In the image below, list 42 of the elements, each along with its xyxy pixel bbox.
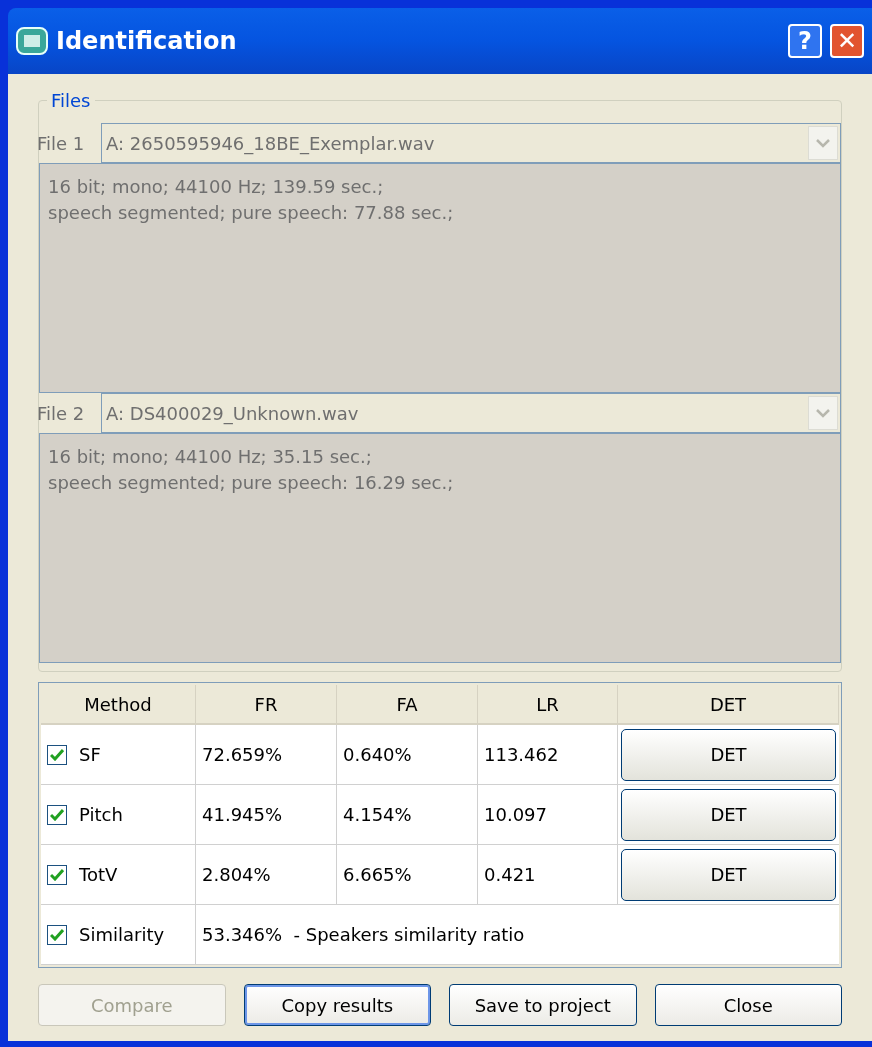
similarity-text: 53.346% - Speakers similarity ratio bbox=[201, 923, 526, 947]
checkbox[interactable] bbox=[47, 924, 67, 945]
checkbox[interactable] bbox=[47, 804, 67, 825]
checkbox[interactable] bbox=[47, 864, 67, 885]
checkmark-icon bbox=[50, 808, 64, 821]
file-info-text: 16 bit; mono; 44100 Hz; 139.59 sec.; bbox=[48, 175, 385, 199]
file-label: File 1 bbox=[37, 131, 86, 156]
table-cell: 6.665% bbox=[337, 845, 478, 904]
file-info-text: speech segmented; pure speech: 16.29 sec.; bbox=[48, 471, 455, 495]
file-label: File 2 bbox=[37, 401, 86, 426]
method-name: TotV bbox=[79, 863, 118, 887]
det-button[interactable]: DET bbox=[621, 848, 836, 901]
checkbox[interactable] bbox=[47, 744, 67, 765]
method-name: SF bbox=[79, 743, 101, 767]
dialog-button[interactable]: Close bbox=[654, 984, 842, 1026]
dialog-button[interactable]: Copy results bbox=[243, 984, 431, 1026]
app-icon bbox=[16, 27, 48, 55]
method-name: Pitch bbox=[79, 803, 123, 827]
dropdown-value: A: DS400029_Unknown.wav bbox=[106, 401, 360, 427]
det-button[interactable]: DET bbox=[621, 788, 836, 841]
chevron-down-icon bbox=[808, 126, 838, 160]
table-cell: 2.804% bbox=[196, 845, 337, 904]
det-button[interactable]: DET bbox=[621, 728, 836, 781]
table-cell: 0.421 bbox=[478, 845, 618, 904]
close-button[interactable]: ✕ bbox=[830, 24, 864, 58]
checkmark-icon bbox=[50, 928, 64, 941]
checkmark-icon bbox=[50, 868, 64, 881]
chevron-down-icon bbox=[808, 396, 838, 430]
table-cell: 41.945% bbox=[196, 785, 337, 844]
file-info-text: speech segmented; pure speech: 77.88 sec.; bbox=[48, 201, 455, 225]
table-cell: 10.097 bbox=[478, 785, 618, 844]
window-title: Identification bbox=[56, 26, 238, 57]
file-info-text: 16 bit; mono; 44100 Hz; 35.15 sec.; bbox=[48, 445, 373, 469]
table-cell: 72.659% bbox=[196, 725, 337, 784]
table-cell: 0.640% bbox=[337, 725, 478, 784]
checkmark-icon bbox=[50, 748, 64, 761]
table-cell: 4.154% bbox=[337, 785, 478, 844]
table-cell: 113.462 bbox=[478, 725, 618, 784]
method-name: Similarity bbox=[79, 923, 165, 947]
help-button[interactable]: ? bbox=[788, 24, 822, 58]
dialog-button[interactable]: Save to project bbox=[449, 984, 637, 1026]
dropdown-value: A: 2650595946_18BE_Exemplar.wav bbox=[106, 131, 436, 157]
